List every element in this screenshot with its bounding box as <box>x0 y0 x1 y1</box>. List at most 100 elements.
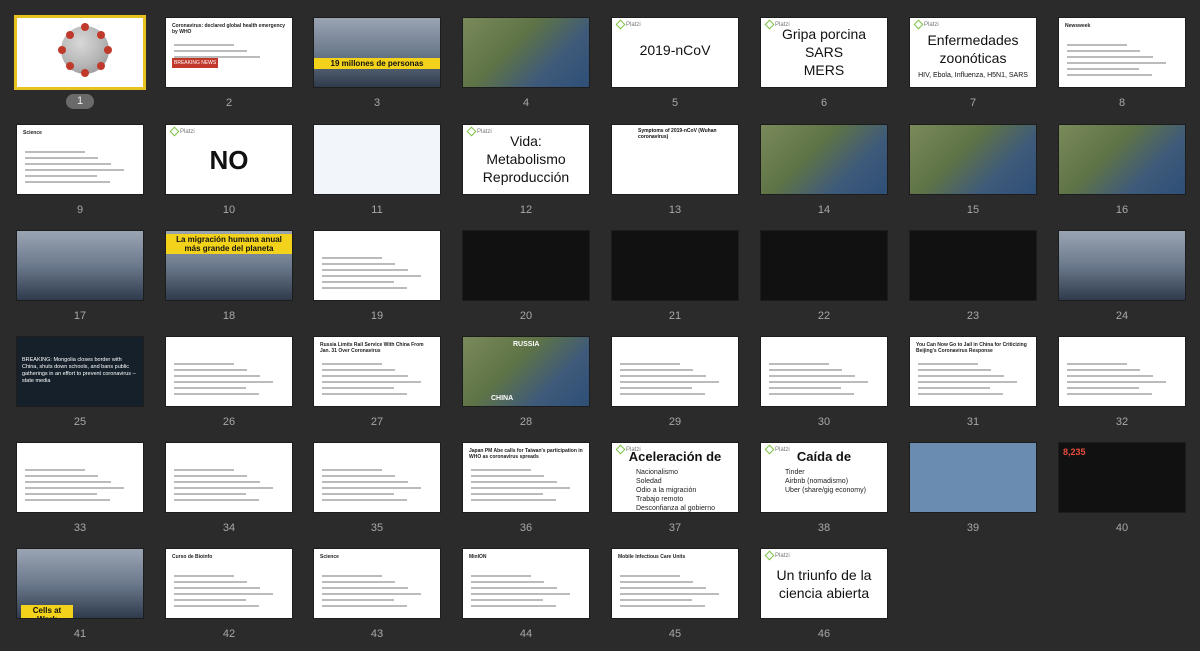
slide-preview[interactable] <box>462 230 590 301</box>
slide-preview[interactable]: Science <box>313 548 441 619</box>
slide-thumbnail-6[interactable]: Platzi Gripa porcina SARS MERS 6 <box>760 17 890 117</box>
slide-thumbnail-44[interactable]: MinION 44 <box>462 548 592 648</box>
slide-preview[interactable] <box>611 230 739 301</box>
slide-preview[interactable] <box>16 230 144 301</box>
slide-thumbnail-30[interactable]: 30 <box>760 336 890 436</box>
text-placeholder-line <box>769 381 868 383</box>
slide-preview[interactable]: Russia Limits Rail Service With China Fr… <box>313 336 441 407</box>
slide-thumbnail-5[interactable]: Platzi 2019-nCoV 5 <box>611 17 741 117</box>
slide-thumbnail-17[interactable]: 17 <box>16 230 146 330</box>
slide-thumbnail-32[interactable]: 32 <box>1058 336 1188 436</box>
slide-thumbnail-12[interactable]: Platzi Vida: Metabolismo Reproducción 12 <box>462 124 592 224</box>
slide-preview[interactable]: Platzi Gripa porcina SARS MERS <box>760 17 888 88</box>
text-placeholder-line <box>174 487 273 489</box>
slide-preview[interactable]: Platzi Vida: Metabolismo Reproducción <box>462 124 590 195</box>
slide-preview[interactable] <box>313 124 441 195</box>
slide-thumbnail-1[interactable]: 1 <box>14 15 146 117</box>
slide-thumbnail-3[interactable]: 19 millones de personas 3 <box>313 17 443 117</box>
slide-preview[interactable]: Platzi NO <box>165 124 293 195</box>
slide-thumbnail-23[interactable]: 23 <box>909 230 1039 330</box>
slide-preview[interactable]: BREAKING: Mongolia closes border with Ch… <box>16 336 144 407</box>
slide-thumbnail-43[interactable]: Science 43 <box>313 548 443 648</box>
slide-preview[interactable]: Mobile Infectious Care Units <box>611 548 739 619</box>
slide-preview[interactable] <box>1058 230 1186 301</box>
slide-thumbnail-40[interactable]: 8,235 40 <box>1058 442 1188 542</box>
slide-thumbnail-25[interactable]: BREAKING: Mongolia closes border with Ch… <box>16 336 146 436</box>
slide-preview[interactable]: Platzi 2019-nCoV <box>611 17 739 88</box>
slide-thumbnail-8[interactable]: Newsweek 8 <box>1058 17 1188 117</box>
slide-preview[interactable]: Symptoms of 2019-nCoV (Wuhan coronavirus… <box>611 124 739 195</box>
slide-preview[interactable]: Cells at Work <box>16 548 144 619</box>
slide-preview[interactable]: 19 millones de personas <box>313 17 441 88</box>
slide-thumbnail-45[interactable]: Mobile Infectious Care Units 45 <box>611 548 741 648</box>
slide-thumbnail-13[interactable]: Symptoms of 2019-nCoV (Wuhan coronavirus… <box>611 124 741 224</box>
slide-thumbnail-11[interactable]: 11 <box>313 124 443 224</box>
slide-thumbnail-15[interactable]: 15 <box>909 124 1039 224</box>
slide-preview[interactable]: RUSSIA CHINA <box>462 336 590 407</box>
slide-preview[interactable]: Platzi Aceleración de Nacionalismo Soledad O… <box>611 442 739 513</box>
slide-thumbnail-34[interactable]: 34 <box>165 442 295 542</box>
slide-thumbnail-29[interactable]: 29 <box>611 336 741 436</box>
slide-preview[interactable]: Platzi Enfermedades zoonóticas HIV, Ebola, … <box>909 17 1037 88</box>
slide-thumbnail-27[interactable]: Russia Limits Rail Service With China Fr… <box>313 336 443 436</box>
slide-thumbnail-14[interactable]: 14 <box>760 124 890 224</box>
slide-thumbnail-36[interactable]: Japan PM Abe calls for Taiwan's particip… <box>462 442 592 542</box>
slide-thumbnail-24[interactable]: 24 <box>1058 230 1188 330</box>
slide-preview[interactable] <box>14 15 146 90</box>
slide-thumbnail-20[interactable]: 20 <box>462 230 592 330</box>
slide-thumbnail-38[interactable]: Platzi Caída de Tinder Airbnb (nomadismo) Ub… <box>760 442 890 542</box>
slide-preview[interactable]: MinION <box>462 548 590 619</box>
slide-preview[interactable] <box>909 230 1037 301</box>
slide-preview[interactable] <box>313 442 441 513</box>
slide-preview[interactable]: Newsweek <box>1058 17 1186 88</box>
slide-thumbnail-41[interactable]: Cells at Work41 <box>16 548 146 648</box>
slide-preview[interactable]: 8,235 <box>1058 442 1186 513</box>
slide-preview[interactable] <box>165 442 293 513</box>
slide-preview[interactable]: Coronavirus: declared global health emer… <box>165 17 293 88</box>
slide-preview[interactable] <box>313 230 441 301</box>
slide-thumbnail-22[interactable]: 22 <box>760 230 890 330</box>
slide-preview[interactable]: Platzi Caída de Tinder Airbnb (nomadismo) Ub… <box>760 442 888 513</box>
slide-preview[interactable]: Science <box>16 124 144 195</box>
slide-preview[interactable] <box>760 230 888 301</box>
slide-thumbnail-39[interactable]: 39 <box>909 442 1039 542</box>
slide-thumbnail-35[interactable]: 35 <box>313 442 443 542</box>
platzi-logo-icon <box>615 19 626 30</box>
slide-thumbnail-4[interactable]: 4 <box>462 17 592 117</box>
slide-thumbnail-31[interactable]: You Can Now Go to Jail in China for Crit… <box>909 336 1039 436</box>
slide-thumbnail-2[interactable]: Coronavirus: declared global health emer… <box>165 17 295 117</box>
slide-preview[interactable]: You Can Now Go to Jail in China for Crit… <box>909 336 1037 407</box>
slide-thumbnail-28[interactable]: RUSSIA CHINA 28 <box>462 336 592 436</box>
slide-preview[interactable]: Curso de Bioinfo <box>165 548 293 619</box>
slide-preview[interactable] <box>909 124 1037 195</box>
slide-thumbnail-21[interactable]: 21 <box>611 230 741 330</box>
slide-preview[interactable] <box>462 17 590 88</box>
slide-thumbnail-7[interactable]: Platzi Enfermedades zoonóticas HIV, Ebola, … <box>909 17 1039 117</box>
slide-preview[interactable] <box>611 336 739 407</box>
slide-preview[interactable] <box>16 442 144 513</box>
slide-thumbnail-19[interactable]: 19 <box>313 230 443 330</box>
slide-thumbnail-42[interactable]: Curso de Bioinfo 42 <box>165 548 295 648</box>
text-placeholder-line <box>322 287 407 289</box>
slide-thumbnail-9[interactable]: Science 9 <box>16 124 146 224</box>
text-placeholder-line <box>1067 387 1139 389</box>
slide-preview[interactable] <box>1058 124 1186 195</box>
slide-preview[interactable]: Japan PM Abe calls for Taiwan's particip… <box>462 442 590 513</box>
slide-preview[interactable] <box>760 336 888 407</box>
slide-preview[interactable] <box>1058 336 1186 407</box>
slide-preview[interactable]: La migración humana anual más grande del… <box>165 230 293 301</box>
slide-thumbnail-26[interactable]: 26 <box>165 336 295 436</box>
slide-preview[interactable] <box>165 336 293 407</box>
slide-thumbnail-10[interactable]: Platzi NO 10 <box>165 124 295 224</box>
slide-subtitle: HIV, Ebola, Influenza, H5N1, SARS <box>918 72 1028 79</box>
slide-thumbnail-37[interactable]: Platzi Aceleración de Nacionalismo Soledad O… <box>611 442 741 542</box>
slide-preview[interactable] <box>760 124 888 195</box>
slide-number: 15 <box>966 204 980 216</box>
platzi-brand-text: Platzi <box>924 22 939 29</box>
slide-thumbnail-18[interactable]: La migración humana anual más grande del… <box>165 230 295 330</box>
slide-thumbnail-46[interactable]: Platzi Un triunfo de la ciencia abierta 46 <box>760 548 890 648</box>
slide-thumbnail-33[interactable]: 33 <box>16 442 146 542</box>
slide-thumbnail-16[interactable]: 16 <box>1058 124 1188 224</box>
slide-preview[interactable]: Platzi Un triunfo de la ciencia abierta <box>760 548 888 619</box>
slide-preview[interactable] <box>909 442 1037 513</box>
